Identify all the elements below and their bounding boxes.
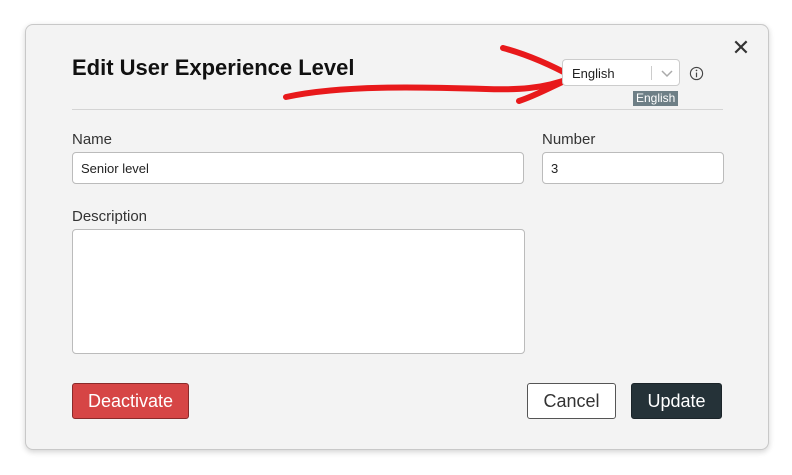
language-select[interactable]: English <box>562 59 680 86</box>
update-button[interactable]: Update <box>631 383 722 419</box>
deactivate-button[interactable]: Deactivate <box>72 383 189 419</box>
dialog-title: Edit User Experience Level <box>72 55 355 80</box>
language-select-value: English <box>572 66 615 81</box>
description-label: Description <box>72 208 148 225</box>
name-label: Name <box>72 131 113 148</box>
cancel-button[interactable]: Cancel <box>527 383 616 419</box>
edit-dialog: ✕ Edit User Experience Level English Eng… <box>25 24 769 450</box>
language-tooltip: English <box>633 91 679 106</box>
number-label: Number <box>542 131 596 148</box>
description-textarea[interactable] <box>72 229 525 354</box>
header-divider <box>72 109 723 110</box>
close-icon[interactable]: ✕ <box>731 38 751 60</box>
number-input[interactable] <box>542 152 724 184</box>
select-separator <box>651 66 652 80</box>
name-input[interactable] <box>72 152 524 184</box>
chevron-down-icon[interactable] <box>659 65 675 81</box>
info-icon[interactable] <box>689 66 704 81</box>
